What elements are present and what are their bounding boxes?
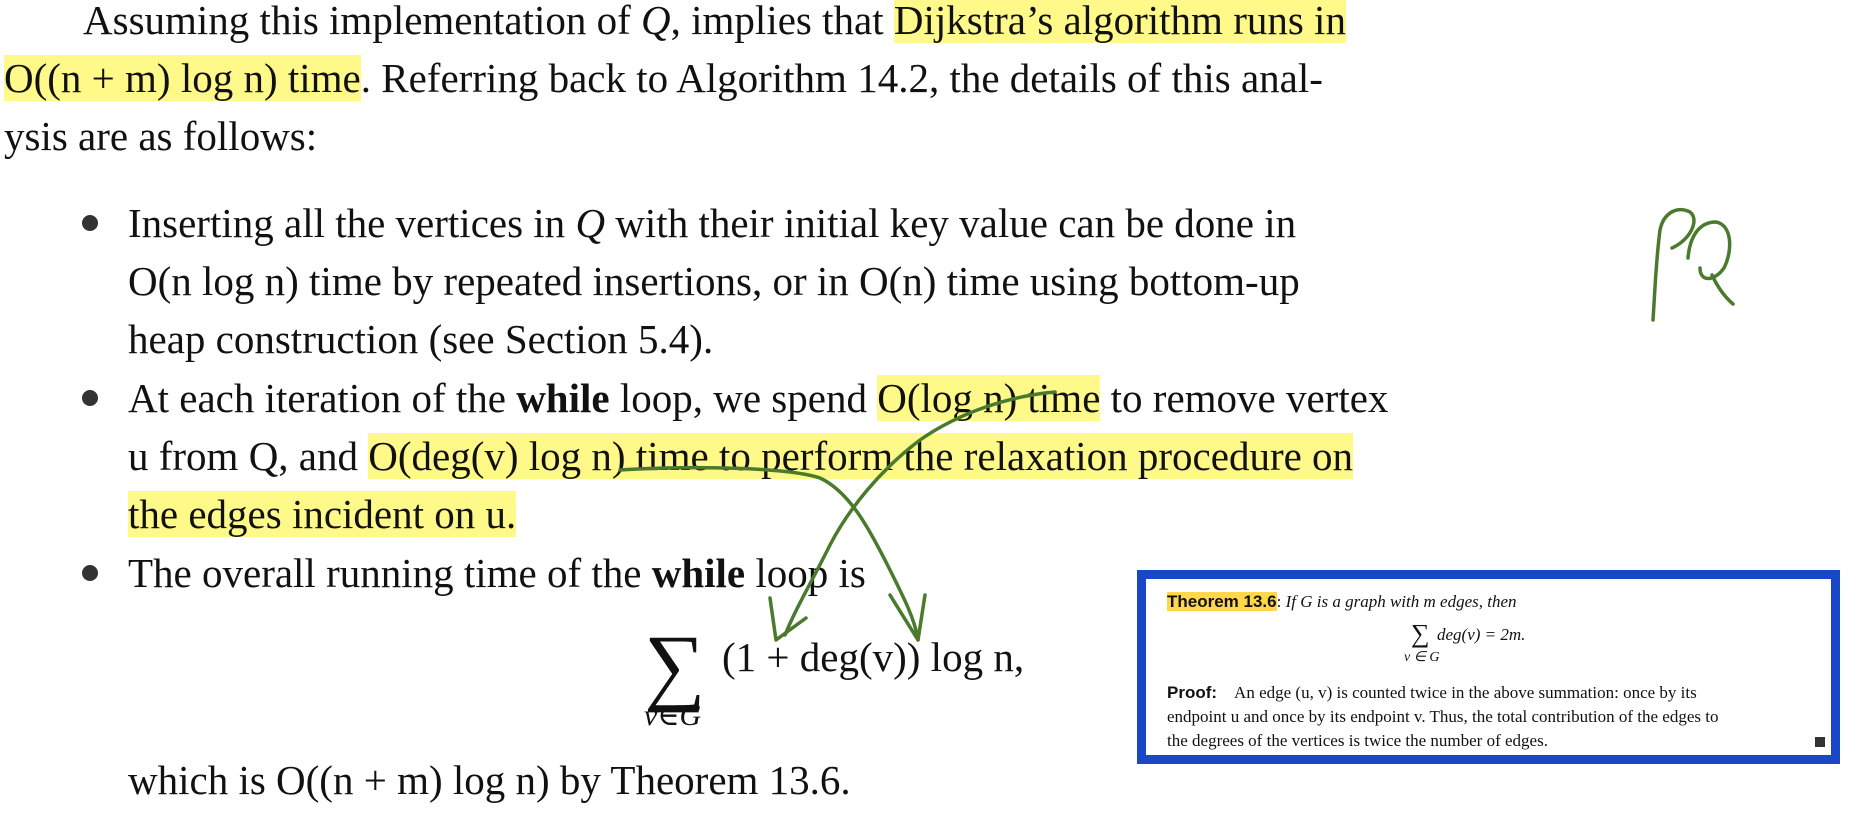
bullet2-line-1: At each iteration of the while loop, we …	[128, 373, 1388, 423]
intro-text: Assuming this implementation of	[83, 0, 642, 43]
bullet-text: to remove vertex	[1100, 375, 1389, 421]
bullet1-line-1: Inserting all the vertices in Q with the…	[128, 198, 1296, 248]
bullet-dot	[82, 215, 98, 231]
proof-line-2: endpoint u and once by its endpoint v. T…	[1167, 707, 1719, 726]
proof-line-3: the degrees of the vertices is twice the…	[1167, 731, 1548, 750]
formula-sum-symbol: ∑	[644, 617, 706, 713]
highlight: O(log n) time	[877, 375, 1101, 421]
math-q: Q	[641, 0, 671, 43]
proof-text: An edge (u, v) is counted twice in the a…	[1234, 683, 1697, 702]
bullet-text: At each iteration of the	[128, 375, 517, 421]
theorem-sum-body: deg(v) = 2m.	[1437, 625, 1526, 644]
formula-body: (1 + deg(v)) log n,	[722, 634, 1025, 680]
theorem-sum-subscript: v ∈ G	[1404, 650, 1440, 665]
highlight: the edges incident on u.	[128, 491, 517, 537]
theorem-box: Theorem 13.6: If G is a graph with m edg…	[1137, 570, 1840, 764]
bold-keyword: while	[516, 375, 610, 421]
bullet-text: loop is	[745, 550, 866, 596]
bullet-dot	[82, 565, 98, 581]
highlight: O((n + m) log n) time	[4, 55, 361, 101]
intro-text: . Referring back to Algorithm 14.2, the …	[360, 55, 1323, 101]
formula-subscript: v∈G	[644, 699, 702, 732]
bullet-text: u from Q, and	[128, 433, 369, 479]
bullet1-line-3: heap construction (see Section 5.4).	[128, 314, 713, 364]
theorem-text: If G is a graph with m edges, then	[1281, 592, 1517, 611]
bullet-dot	[82, 390, 98, 406]
intro-line-2: O((n + m) log n) time. Referring back to…	[4, 53, 1323, 103]
theorem-head: Theorem 13.6	[1167, 592, 1277, 611]
qed-square	[1815, 737, 1825, 747]
intro-text: , implies that	[670, 0, 894, 43]
proof-line-1: Proof: An edge (u, v) is counted twice i…	[1167, 683, 1697, 703]
intro-text: ysis are as follows:	[4, 113, 318, 159]
bullet-text: The overall running time of the	[128, 550, 652, 596]
bullet-text: loop, we spend	[609, 375, 878, 421]
bold-keyword: while	[651, 550, 746, 596]
bullet3-conclusion: which is O((n + m) log n) by Theorem 13.…	[128, 757, 851, 803]
bullet2-line-3: the edges incident on u.	[128, 489, 517, 539]
bullet-text: heap construction (see Section 5.4).	[128, 316, 714, 362]
bullet-text: with their initial key value can be done…	[605, 200, 1297, 246]
intro-line-3: ysis are as follows:	[4, 111, 317, 161]
bullet3-line-1: The overall running time of the while lo…	[128, 548, 866, 598]
bullet2-line-2: u from Q, and O(deg(v) log n) time to pe…	[128, 431, 1354, 481]
bullet-text: O(n log n) time by repeated insertions, …	[128, 258, 1300, 304]
theorem-statement: Theorem 13.6: If G is a graph with m edg…	[1167, 592, 1517, 612]
highlight: O(deg(v) log n) time to perform the rela…	[368, 433, 1354, 479]
intro-line-1: Assuming this implementation of Q, impli…	[83, 0, 1346, 45]
theorem-sum-symbol: ∑	[1411, 619, 1430, 648]
ink-margin-note	[1651, 208, 1735, 322]
math-q: Q	[575, 200, 606, 246]
highlight: Dijkstra’s algorithm runs in	[893, 0, 1346, 43]
bullet-text: Inserting all the vertices in	[128, 200, 576, 246]
ink-crossing-stroke-b	[783, 390, 1057, 637]
bullet1-line-2: O(n log n) time by repeated insertions, …	[128, 256, 1300, 306]
proof-head: Proof:	[1167, 683, 1218, 702]
